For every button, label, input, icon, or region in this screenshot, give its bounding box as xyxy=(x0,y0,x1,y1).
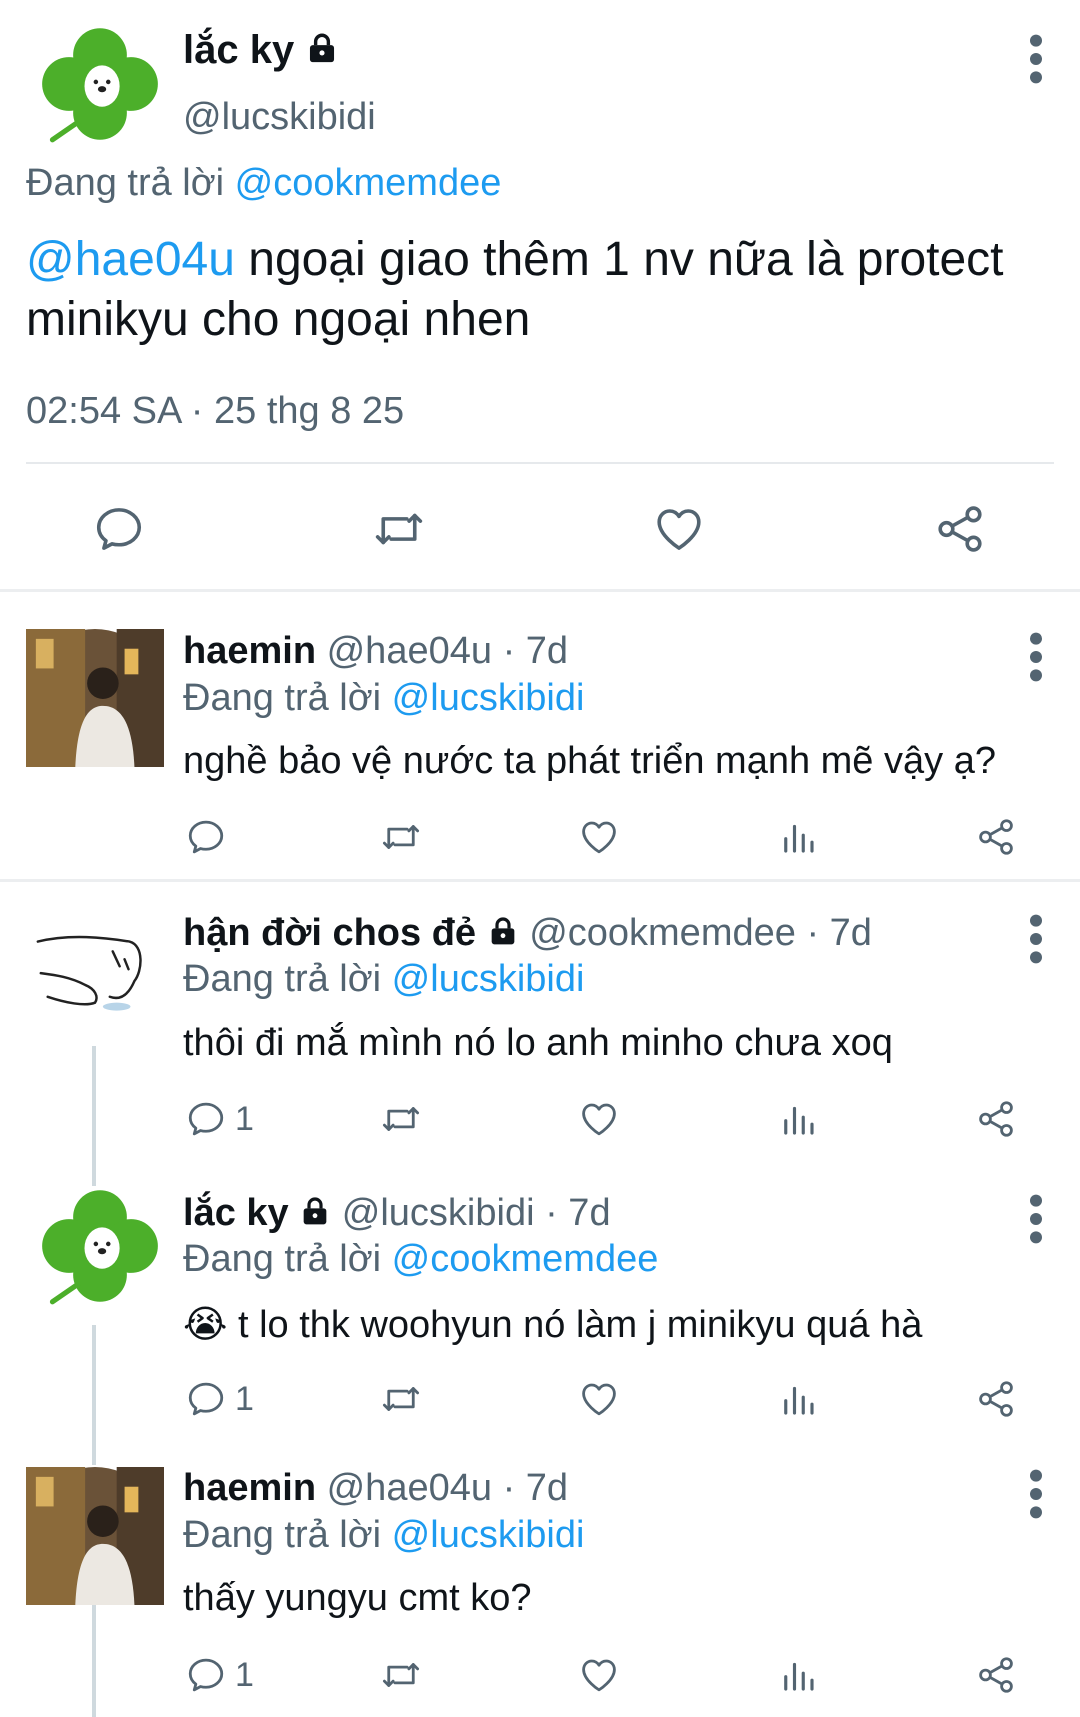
reply-icon[interactable] xyxy=(185,1098,227,1140)
reply-header: hận đời chos đẻ @cookmemdee · 7d xyxy=(183,912,872,955)
avatar[interactable] xyxy=(38,1184,162,1308)
reply-time: · 7d xyxy=(806,912,872,954)
replying-prefix: Đang trả lời xyxy=(183,1238,382,1280)
share-icon[interactable] xyxy=(933,502,987,556)
author-name[interactable]: lắc ky xyxy=(183,28,339,73)
author-name[interactable]: haemin xyxy=(183,630,316,672)
reply-count: 1 xyxy=(235,1100,254,1138)
author-handle[interactable]: @lucskibidi xyxy=(342,1192,535,1234)
share-icon[interactable] xyxy=(975,1098,1017,1140)
more-options-icon[interactable] xyxy=(1016,1469,1056,1519)
replying-to: Đang trả lời @lucskibidi xyxy=(183,1514,584,1557)
replying-to: Đang trả lời @cookmemdee xyxy=(26,162,501,205)
author-name-text: lắc ky xyxy=(183,28,295,72)
reply-time: · 7d xyxy=(502,630,569,672)
replying-prefix: Đang trả lời xyxy=(26,162,225,204)
author-handle[interactable]: @lucskibidi xyxy=(183,96,376,139)
views-icon[interactable] xyxy=(777,1378,819,1420)
lock-icon xyxy=(305,31,339,65)
retweet-icon[interactable] xyxy=(380,816,422,858)
timestamp[interactable]: 02:54 SA · 25 thg 8 25 xyxy=(26,390,404,433)
heart-icon[interactable] xyxy=(578,1378,620,1420)
reply-time: · 7d xyxy=(545,1192,611,1234)
reply-icon[interactable] xyxy=(92,502,146,556)
author-name[interactable]: lắc ky xyxy=(183,1192,289,1234)
reply-body: t lo thk woohyun nó làm j minikyu quá hà xyxy=(227,1304,923,1346)
retweet-icon[interactable] xyxy=(380,1654,422,1696)
replying-prefix: Đang trả lời xyxy=(183,677,382,719)
views-icon[interactable] xyxy=(777,1098,819,1140)
heart-icon[interactable] xyxy=(578,816,620,858)
reply-text: 😭 t lo thk woohyun nó làm j minikyu quá … xyxy=(183,1302,922,1347)
avatar[interactable] xyxy=(26,912,164,1050)
replying-to: Đang trả lời @cookmemdee xyxy=(183,1238,658,1281)
author-handle[interactable]: @cookmemdee xyxy=(529,912,796,954)
replying-prefix: Đang trả lời xyxy=(183,1514,382,1556)
author-handle[interactable]: @hae04u xyxy=(327,630,492,672)
reply-header: lắc ky @lucskibidi · 7d xyxy=(183,1192,611,1235)
more-options-icon[interactable] xyxy=(1016,632,1056,682)
reply-header: haemin @hae04u · 7d xyxy=(183,630,568,673)
replying-to-link[interactable]: @cookmemdee xyxy=(392,1238,659,1280)
reply-text: thấy yungyu cmt ko? xyxy=(183,1577,532,1619)
reply-icon[interactable] xyxy=(185,1654,227,1696)
replying-to-link[interactable]: @lucskibidi xyxy=(392,1514,585,1556)
views-icon[interactable] xyxy=(777,1654,819,1696)
author-handle[interactable]: @hae04u xyxy=(327,1467,492,1509)
retweet-icon[interactable] xyxy=(380,1098,422,1140)
reply-tweet[interactable]: hận đời chos đẻ @cookmemdee · 7d Đang tr… xyxy=(0,882,1080,1164)
main-tweet: lắc ky @lucskibidi Đang trả lời @cookmem… xyxy=(0,0,1080,590)
more-options-icon[interactable] xyxy=(1016,914,1056,964)
more-options-icon[interactable] xyxy=(1016,1194,1056,1244)
avatar[interactable] xyxy=(26,629,164,767)
reply-text: nghề bảo vệ nước ta phát triển mạnh mẽ v… xyxy=(183,740,996,782)
heart-icon[interactable] xyxy=(652,502,706,556)
lock-icon xyxy=(299,1195,331,1227)
tweet-text: @hae04u ngoại giao thêm 1 nv nữa là prot… xyxy=(26,230,1056,350)
reply-tweet[interactable]: haemin @hae04u · 7d Đang trả lời @lucski… xyxy=(0,592,1080,878)
more-options-icon[interactable] xyxy=(1016,34,1056,84)
views-icon[interactable] xyxy=(777,816,819,858)
share-icon[interactable] xyxy=(975,1378,1017,1420)
reply-count: 1 xyxy=(235,1656,254,1694)
heart-icon[interactable] xyxy=(578,1654,620,1696)
replying-to-link[interactable]: @lucskibidi xyxy=(392,958,585,1000)
avatar[interactable] xyxy=(38,22,162,146)
divider xyxy=(26,462,1054,464)
avatar[interactable] xyxy=(26,1467,164,1605)
reply-time: · 7d xyxy=(502,1467,569,1509)
replying-prefix: Đang trả lời xyxy=(183,958,382,1000)
reply-icon[interactable] xyxy=(185,1378,227,1420)
crying-emoji: 😭 xyxy=(183,1304,228,1346)
replying-to: Đang trả lời @lucskibidi xyxy=(183,677,584,720)
reply-header: haemin @hae04u · 7d xyxy=(183,1467,568,1510)
reply-icon[interactable] xyxy=(185,816,227,858)
reply-count: 1 xyxy=(235,1380,254,1418)
author-name[interactable]: hận đời chos đẻ xyxy=(183,912,476,954)
retweet-icon[interactable] xyxy=(380,1378,422,1420)
reply-text: thôi đi mắ mình nó lo anh minho chưa xoq xyxy=(183,1022,893,1064)
replying-to-link[interactable]: @lucskibidi xyxy=(392,677,585,719)
heart-icon[interactable] xyxy=(578,1098,620,1140)
replying-to: Đang trả lời @lucskibidi xyxy=(183,958,584,1001)
author-name[interactable]: haemin xyxy=(183,1467,316,1509)
share-icon[interactable] xyxy=(975,1654,1017,1696)
replying-to-link[interactable]: @cookmemdee xyxy=(235,162,502,204)
mention-link[interactable]: @hae04u xyxy=(26,233,235,286)
lock-icon xyxy=(487,915,519,947)
reply-tweet[interactable]: haemin @hae04u · 7d Đang trả lời @lucski… xyxy=(0,1442,1080,1717)
reply-tweet[interactable]: lắc ky @lucskibidi · 7d Đang trả lời @co… xyxy=(0,1164,1080,1442)
retweet-icon[interactable] xyxy=(372,502,426,556)
share-icon[interactable] xyxy=(975,816,1017,858)
